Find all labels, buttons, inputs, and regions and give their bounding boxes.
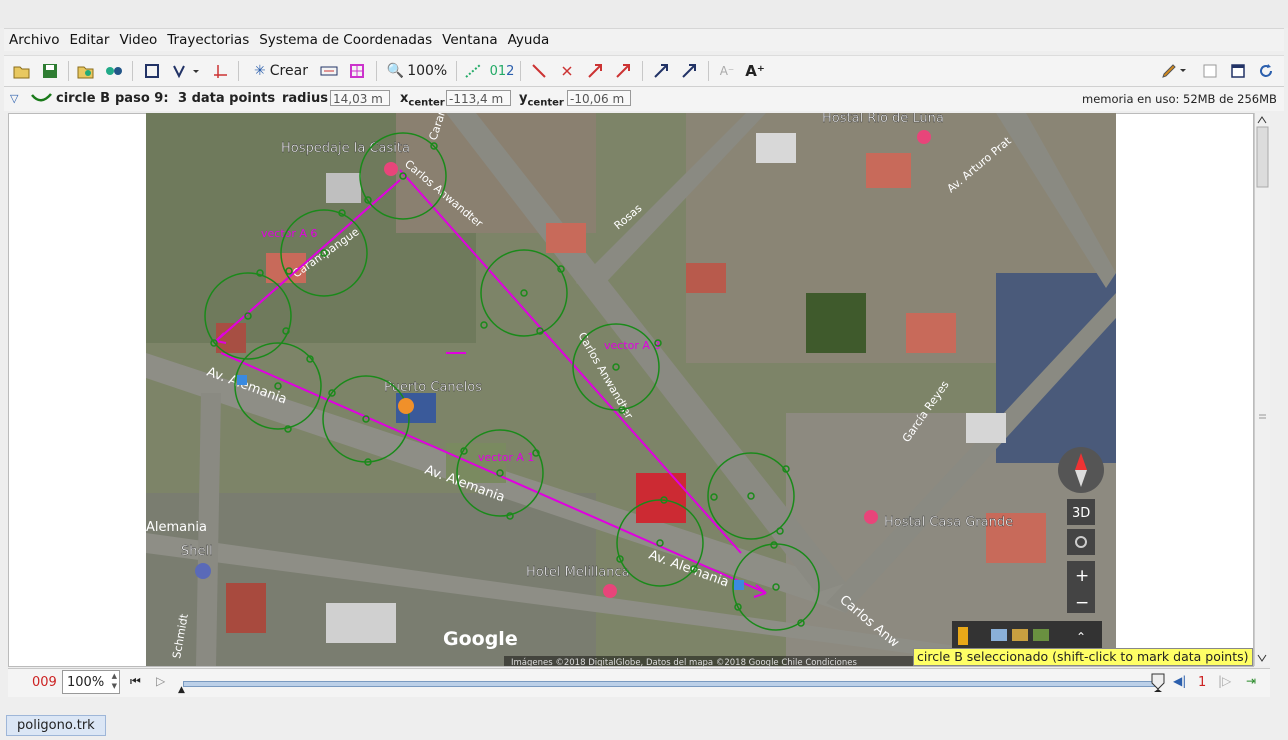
dropdown-triangle-icon[interactable]: ▽: [10, 92, 18, 105]
y-center-label: ycenter: [519, 91, 564, 109]
notes-icon[interactable]: [1200, 60, 1220, 82]
place-label: Puerto Canelos: [384, 380, 482, 395]
hotel-marker-icon[interactable]: [864, 510, 878, 524]
play-icon[interactable]: ▷: [156, 674, 165, 688]
track-control-icon[interactable]: [318, 60, 340, 82]
zoom-spinner[interactable]: 100% ▲ ▼: [62, 670, 120, 694]
radius-label: radius: [282, 91, 328, 106]
create-track-button[interactable]: ✳ Crear: [248, 60, 314, 82]
memory-usage: memoria en uso: 52MB de 256MB: [1082, 92, 1277, 106]
google-logo: Google: [443, 628, 518, 650]
menu-ventana[interactable]: Ventana: [437, 32, 502, 48]
clip-settings-icon[interactable]: [142, 60, 162, 82]
menu-ayuda[interactable]: Ayuda: [503, 32, 555, 48]
calibration-tools-icon[interactable]: [170, 60, 200, 82]
zoom-out-button[interactable]: −: [1075, 593, 1089, 613]
bus-stop-icon[interactable]: [734, 580, 744, 590]
save-icon[interactable]: [40, 60, 60, 82]
video-player-bar: 009 100% ▲ ▼ ⏮ ▷ ▲ ◀| 1 |▷ ⇥: [8, 668, 1270, 697]
x-center-field[interactable]: -113,4 m: [446, 90, 511, 106]
vector-mass-icon[interactable]: [678, 60, 700, 82]
spinner-down-icon[interactable]: ▼: [112, 682, 117, 690]
axes-icon[interactable]: [210, 60, 230, 82]
menu-coordenadas[interactable]: Systema de Coordenadas: [254, 32, 437, 48]
location-button[interactable]: [1067, 529, 1095, 555]
tab-bar: poligono.trk: [0, 708, 1288, 740]
trails-icon[interactable]: [462, 60, 484, 82]
step-label: paso 9:: [115, 91, 169, 106]
track-name[interactable]: circle B: [56, 91, 110, 106]
points-count: 3 data points: [178, 91, 276, 106]
spinner-up-icon[interactable]: ▲: [112, 672, 117, 680]
restaurant-marker-icon[interactable]: [398, 398, 414, 414]
zoom-button[interactable]: 🔍 100%: [384, 60, 450, 82]
map-attribution: Imágenes ©2018 DigitalGlobe, Datos del m…: [511, 658, 857, 666]
menu-archivo[interactable]: Archivo: [4, 32, 64, 48]
frame-counter[interactable]: 009: [32, 675, 57, 690]
pegman-icon[interactable]: [958, 627, 968, 645]
street-label: Alemania: [146, 520, 207, 535]
map-image[interactable]: Hospedaje la Casita Hostal Rio de Luna P…: [146, 113, 1116, 666]
lines-icon[interactable]: [528, 60, 550, 82]
step-forward-icon[interactable]: |▷: [1218, 674, 1231, 688]
font-larger-icon[interactable]: A⁺: [744, 60, 766, 82]
x-center-label: xcenter: [400, 91, 445, 109]
hotel-marker-icon[interactable]: [384, 162, 398, 176]
tab-poligono[interactable]: poligono.trk: [6, 715, 106, 736]
points-icon[interactable]: [556, 60, 578, 82]
place-label: Hostal Rio de Luna: [822, 113, 944, 126]
y-label-sub: center: [527, 97, 564, 109]
open-video-icon[interactable]: [76, 60, 96, 82]
vector-label: vector A 8: [604, 339, 660, 352]
zoom-spinner-value: 100%: [67, 675, 105, 690]
zoom-label: 100%: [407, 63, 448, 79]
start-marker-icon[interactable]: ▲: [178, 685, 185, 695]
place-label: Hospedaje la Casita: [281, 141, 410, 156]
velocity-icon[interactable]: [584, 60, 606, 82]
acceleration-icon[interactable]: [612, 60, 634, 82]
timeline-slider[interactable]: [183, 681, 1160, 687]
import-icon[interactable]: [104, 60, 124, 82]
vector-label: vector A 1: [478, 451, 534, 464]
go-to-start-icon[interactable]: ⏮: [130, 674, 141, 689]
place-label: Hostal Casa Grande: [884, 515, 1013, 530]
zoom-in-button[interactable]: +: [1075, 566, 1089, 586]
menu-editar[interactable]: Editar: [64, 32, 114, 48]
y-center-field[interactable]: -10,06 m: [567, 90, 631, 106]
hotel-marker-icon[interactable]: [917, 130, 931, 144]
menu-bar: Archivo Editar Video Trayectorias System…: [4, 28, 1284, 51]
radius-field[interactable]: 14,03 m: [330, 90, 390, 106]
x-label-sub: center: [408, 97, 445, 109]
pencil-drawing-icon[interactable]: [1158, 60, 1192, 82]
hotel-marker-icon[interactable]: [603, 584, 617, 598]
gas-station-marker-icon[interactable]: [195, 563, 211, 579]
create-label: Crear: [269, 63, 308, 79]
font-smaller-icon[interactable]: A⁻: [716, 60, 738, 82]
menu-trayectorias[interactable]: Trayectorias: [162, 32, 254, 48]
menu-video[interactable]: Video: [114, 32, 162, 48]
open-icon[interactable]: [12, 60, 32, 82]
loop-icon[interactable]: ⇥: [1246, 674, 1256, 688]
place-label: Shell: [181, 544, 213, 559]
autotracker-icon[interactable]: [346, 60, 368, 82]
step-size[interactable]: 1: [1198, 675, 1206, 690]
track-circle-icon: [31, 93, 52, 102]
window-icon[interactable]: [1228, 60, 1248, 82]
chevron-up-icon[interactable]: ⌃: [1076, 630, 1086, 644]
labels-icon[interactable]: 01 2: [490, 60, 515, 82]
window-titlebar: [0, 0, 1288, 28]
status-hint: circle B seleccionado (shift-click to ma…: [913, 648, 1253, 666]
step-back-icon[interactable]: ◀|: [1173, 674, 1186, 688]
track-info-bar: ▽ circle B paso 9: 3 data points radius …: [4, 87, 1284, 111]
place-label: Hotel Melillanca: [526, 565, 630, 580]
3d-label: 3D: [1072, 506, 1090, 521]
slider-thumb[interactable]: [1151, 673, 1165, 693]
bus-stop-icon[interactable]: [237, 375, 247, 385]
vector-sum-icon[interactable]: [650, 60, 672, 82]
refresh-icon[interactable]: [1256, 60, 1276, 82]
vertical-scrollbar[interactable]: [1254, 113, 1270, 666]
toolbar: ✳ Crear 🔍 100% 01 2 A⁻ A⁺: [4, 55, 1284, 87]
